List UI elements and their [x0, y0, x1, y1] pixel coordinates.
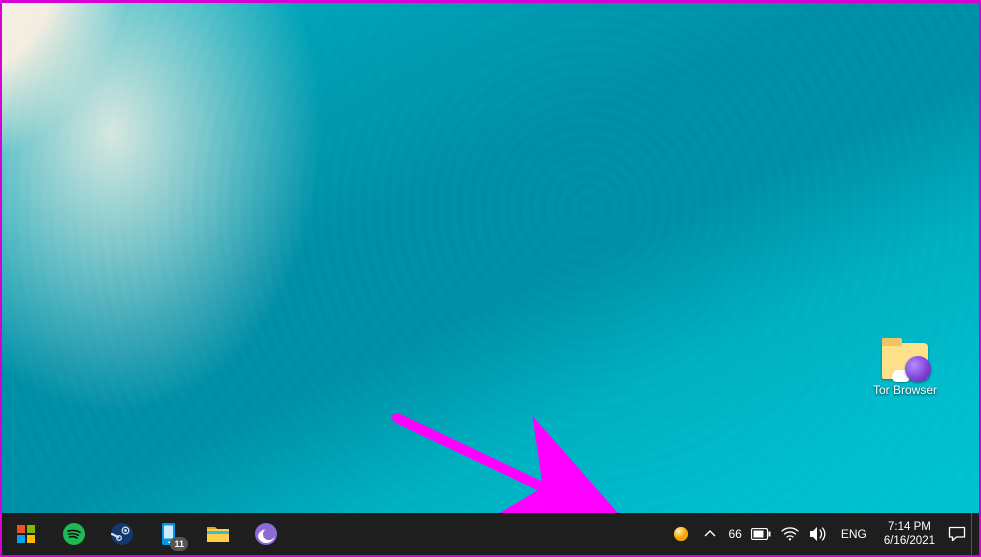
clock-tray[interactable]: 7:14 PM 6/16/2021 [876, 520, 943, 549]
clock-date: 6/16/2021 [884, 534, 935, 548]
spotify-icon [62, 522, 86, 546]
clock-time: 7:14 PM [884, 520, 935, 534]
weather-tray-icon[interactable] [666, 513, 696, 555]
steam-icon [110, 522, 134, 546]
taskbar-badge: 11 [170, 537, 188, 551]
firefox-icon [254, 522, 278, 546]
wifi-tray[interactable] [776, 513, 804, 555]
tor-folder-icon [882, 343, 928, 379]
wifi-icon [781, 527, 799, 541]
ime-indicator[interactable]: ENG [832, 513, 876, 555]
battery-icon [751, 528, 771, 540]
start-button[interactable] [2, 513, 50, 555]
taskbar-app-explorer[interactable] [194, 513, 242, 555]
ime-label: ENG [837, 527, 871, 541]
taskbar: 11 [2, 513, 979, 555]
show-desktop-button[interactable] [971, 513, 977, 555]
battery-tray[interactable] [746, 513, 776, 555]
file-explorer-icon [206, 523, 230, 545]
windows-logo-icon [17, 525, 35, 543]
tray-overflow-button[interactable] [696, 513, 724, 555]
action-center-icon [948, 526, 966, 542]
action-center-button[interactable] [943, 513, 971, 555]
desktop-shortcut-tor[interactable]: Tor Browser [865, 343, 945, 397]
taskbar-app-yourphone[interactable]: 11 [146, 513, 194, 555]
cloud-sync-badge-icon [892, 370, 910, 382]
desktop-shortcut-label: Tor Browser [865, 383, 945, 397]
weather-temp[interactable]: 66 [724, 527, 745, 541]
annotation-arrow [397, 418, 627, 514]
desktop-wallpaper[interactable]: Tor Browser [2, 3, 979, 514]
taskbar-app-firefox[interactable] [242, 513, 290, 555]
taskbar-app-steam[interactable] [98, 513, 146, 555]
sun-icon [671, 524, 691, 544]
chevron-up-icon [704, 528, 716, 540]
sound-icon [809, 526, 827, 542]
sound-tray[interactable] [804, 513, 832, 555]
taskbar-app-spotify[interactable] [50, 513, 98, 555]
